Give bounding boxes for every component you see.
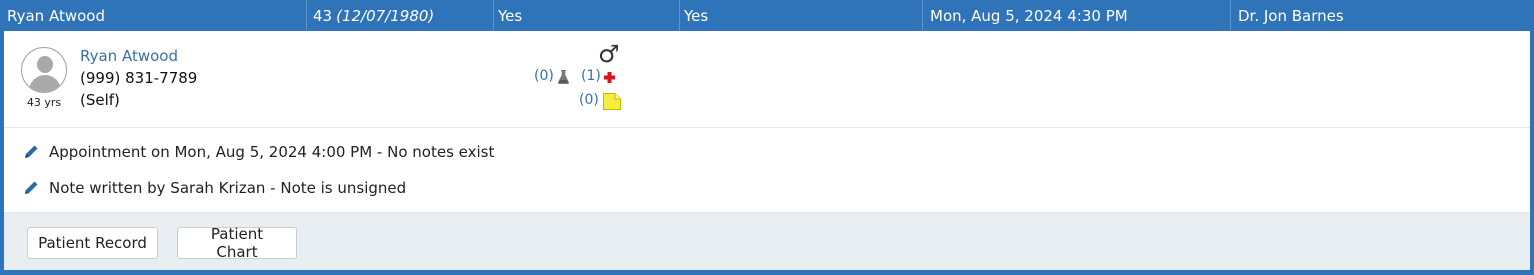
activity-list: Appointment on Mon, Aug 5, 2024 4:00 PM … xyxy=(4,128,1530,213)
avatar xyxy=(21,47,67,93)
pencil-icon[interactable] xyxy=(22,143,40,161)
header-age: 43 xyxy=(313,6,333,25)
header-patient-name: Ryan Atwood xyxy=(4,0,307,31)
pencil-icon[interactable] xyxy=(22,179,40,197)
activity-text: Appointment on Mon, Aug 5, 2024 4:00 PM … xyxy=(49,143,495,161)
patient-indicators: ♂ (0) (1) (0) xyxy=(532,41,632,121)
patient-info: Ryan Atwood (999) 831-7789 (Self) xyxy=(80,45,197,111)
header-appointment-datetime: Mon, Aug 5, 2024 4:30 PM xyxy=(923,0,1231,31)
patient-chart-button[interactable]: Patient Chart xyxy=(177,225,297,261)
header-col-4: Yes xyxy=(680,0,923,31)
patient-header-row[interactable]: Ryan Atwood 43 (12/07/1980) Yes Yes Mon,… xyxy=(4,0,1530,31)
medical-count-link[interactable]: (1) xyxy=(581,68,601,84)
patient-record-button[interactable]: Patient Record xyxy=(27,227,158,259)
header-dob: (12/07/1980) xyxy=(336,6,435,25)
patient-summary: 43 yrs Ryan Atwood (999) 831-7789 (Self)… xyxy=(4,31,1530,128)
action-bar: Patient Record Patient Chart xyxy=(4,213,1530,270)
list-item[interactable]: Appointment on Mon, Aug 5, 2024 4:00 PM … xyxy=(22,142,494,162)
medical-cross-icon[interactable] xyxy=(604,72,615,83)
header-col-3: Yes xyxy=(494,0,680,31)
list-item[interactable]: Note written by Sarah Krizan - Note is u… xyxy=(22,178,406,198)
patient-relationship: (Self) xyxy=(80,91,120,109)
patient-name-link[interactable]: Ryan Atwood xyxy=(80,45,197,67)
header-provider: Dr. Jon Barnes xyxy=(1238,6,1344,25)
activity-text: Note written by Sarah Krizan - Note is u… xyxy=(49,179,407,197)
flask-icon[interactable] xyxy=(558,70,569,84)
patient-card: Ryan Atwood 43 (12/07/1980) Yes Yes Mon,… xyxy=(0,0,1534,275)
age-label: 43 yrs xyxy=(26,96,62,109)
labs-count-link[interactable]: (0) xyxy=(534,68,554,84)
avatar-block: 43 yrs xyxy=(20,47,68,109)
header-age-dob: 43 (12/07/1980) xyxy=(307,0,494,31)
sticky-note-icon[interactable] xyxy=(603,93,621,110)
patient-phone: (999) 831-7789 xyxy=(80,69,198,87)
notes-count-link[interactable]: (0) xyxy=(579,92,599,108)
patient-detail-panel: 43 yrs Ryan Atwood (999) 831-7789 (Self)… xyxy=(4,31,1530,270)
male-symbol-icon: ♂ xyxy=(598,40,620,68)
